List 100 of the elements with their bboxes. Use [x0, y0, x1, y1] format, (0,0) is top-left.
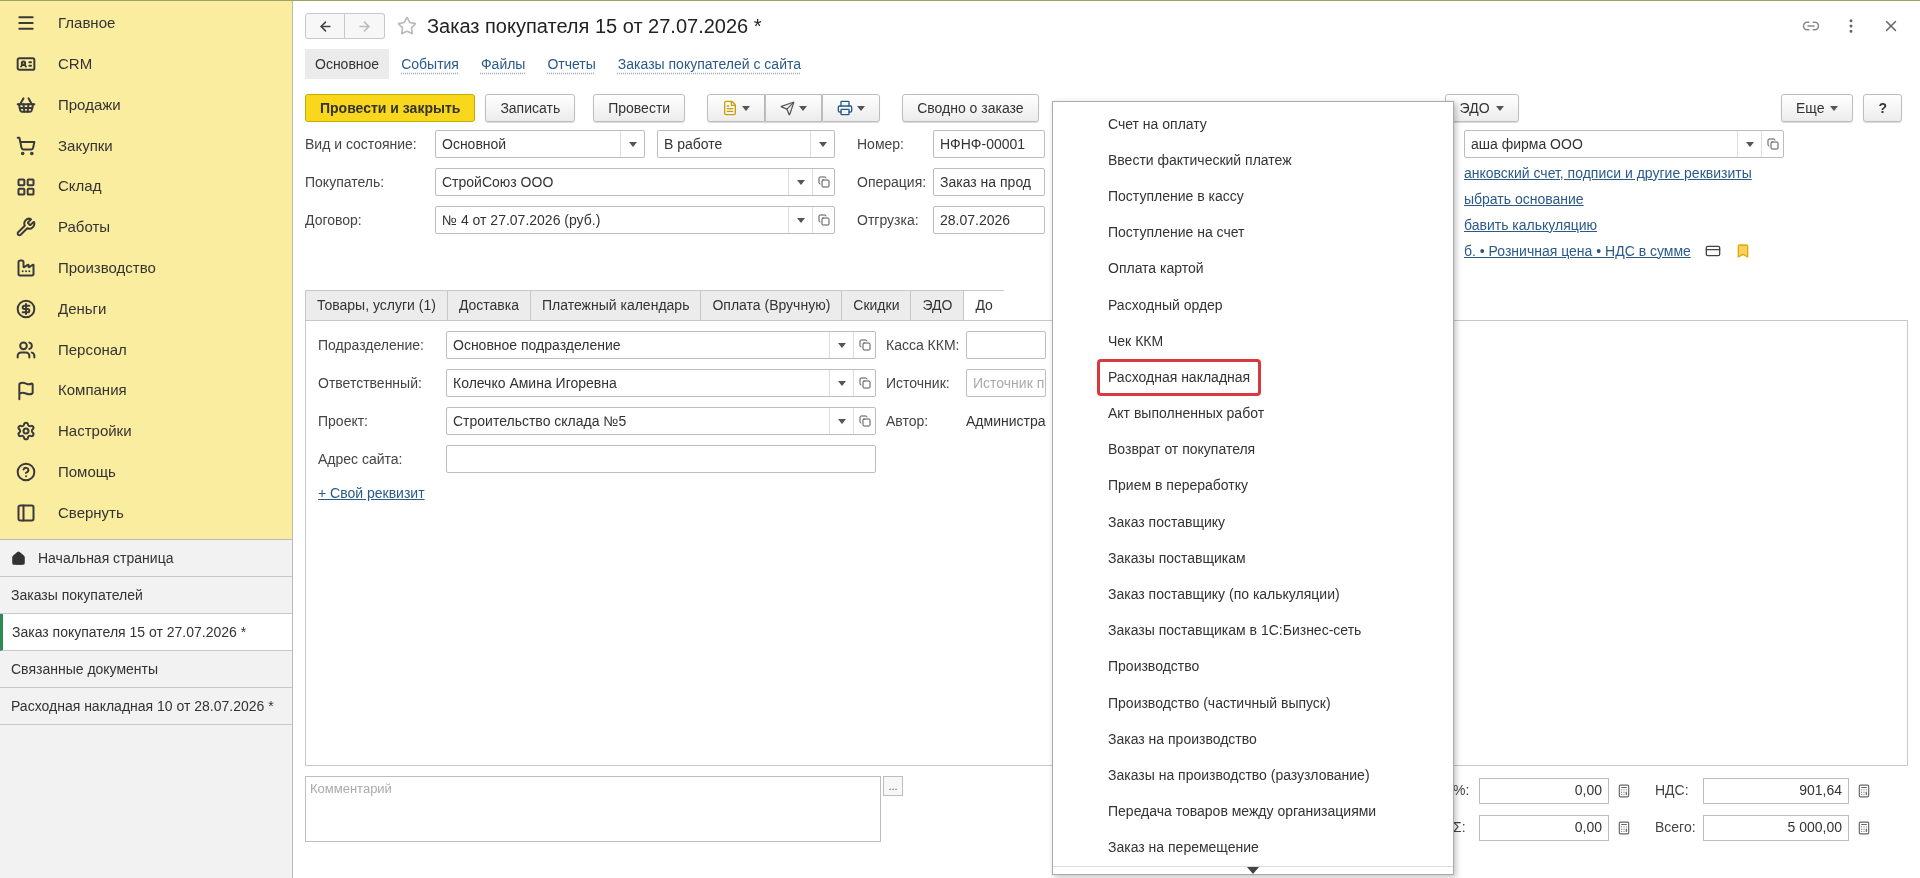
open-icon[interactable]	[817, 214, 830, 226]
input-field[interactable]: Колечко Амина Игоревна	[446, 369, 876, 397]
sidebar-item[interactable]: Деньги	[0, 288, 292, 330]
sidebar-item[interactable]: Закупки	[0, 125, 292, 167]
open-window-item[interactable]: Заказ покупателя 15 от 27.07.2026 *	[0, 614, 292, 652]
comment-more-button[interactable]: ...	[883, 776, 903, 796]
menu-item[interactable]: Производство	[1097, 648, 1211, 686]
scroll-down-icon[interactable]	[1247, 866, 1259, 874]
save-button[interactable]: Записать	[485, 94, 576, 122]
input-field[interactable]: 28.07.2026	[933, 206, 1045, 234]
menu-item[interactable]: Заказ поставщику (по калькуляции)	[1097, 576, 1351, 614]
menu-item[interactable]: Счет на оплату	[1097, 105, 1218, 143]
menu-item[interactable]: Передача товаров между организациями	[1097, 793, 1388, 831]
form-tab[interactable]: ЭДО	[910, 290, 964, 321]
total-field[interactable]: 901,64	[1703, 777, 1849, 804]
open-icon[interactable]	[817, 176, 830, 188]
sidebar-item[interactable]: Свернуть	[0, 492, 292, 534]
menu-item[interactable]: Расходная накладная	[1097, 358, 1262, 396]
menu-item[interactable]: Заказы поставщикам	[1097, 539, 1257, 577]
input-field[interactable]	[966, 331, 1046, 359]
menu-item[interactable]: Производство (частичный выпуск)	[1097, 684, 1342, 722]
nav-tab[interactable]: Отчеты	[537, 49, 606, 79]
form-link[interactable]: анковский счет, подписи и другие реквизиты	[1464, 162, 1752, 184]
menu-item[interactable]: Заказ поставщику	[1097, 503, 1237, 541]
input-field[interactable]: аша фирма ООО	[1464, 130, 1784, 158]
sidebar-item[interactable]: Склад	[0, 166, 292, 207]
sidebar-item[interactable]: Работы	[0, 207, 292, 248]
menu-item[interactable]: Заказ на производство	[1097, 720, 1268, 758]
post-close-button[interactable]: Провести и закрыть	[305, 94, 476, 122]
summary-button[interactable]: Сводно о заказе	[902, 94, 1039, 122]
sidebar-item[interactable]: CRM	[0, 43, 292, 85]
total-field[interactable]: 0,00	[1479, 814, 1609, 841]
sidebar-item[interactable]: Компания	[0, 370, 292, 411]
menu-item[interactable]: Расходный ордер	[1097, 286, 1234, 324]
menu-item[interactable]: Чек ККМ	[1097, 322, 1175, 360]
sidebar-item[interactable]: Производство	[0, 247, 292, 289]
form-link[interactable]: бавить калькуляцию	[1464, 214, 1598, 236]
sidebar-item[interactable]: Помощь	[0, 451, 292, 493]
calculator-icon[interactable]	[1617, 783, 1631, 798]
open-icon[interactable]	[858, 377, 871, 389]
author-value: Администра	[966, 411, 1046, 431]
sidebar-item[interactable]: Настройки	[0, 410, 292, 452]
card-icon[interactable]	[1704, 243, 1721, 259]
home-icon	[11, 550, 26, 566]
sidebar-item[interactable]: Главное	[0, 3, 292, 44]
menu-item[interactable]: Ввести фактический платеж	[1097, 141, 1303, 179]
sidebar-item[interactable]: Продажи	[0, 84, 292, 126]
coin-icon	[16, 298, 36, 319]
print-button[interactable]	[822, 94, 881, 122]
open-icon[interactable]	[858, 339, 871, 351]
menu-item[interactable]: Поступление на счет	[1097, 214, 1256, 252]
form-tab[interactable]: Оплата (Вручную)	[700, 290, 842, 321]
menu-item[interactable]: Акт выполненных работ	[1097, 395, 1276, 433]
form-tab[interactable]: Товары, услуги (1)	[305, 290, 447, 321]
open-icon[interactable]	[858, 415, 871, 427]
open-window-item[interactable]: Начальная страница	[0, 540, 292, 578]
send-button[interactable]	[765, 94, 823, 122]
input-field[interactable]: Заказ на прод	[933, 168, 1045, 196]
open-window-item[interactable]: Расходная накладная 10 от 28.07.2026 *	[0, 688, 292, 726]
input-field[interactable]: НФНФ-00001	[933, 130, 1045, 158]
nav-tab[interactable]: Заказы покупателей с сайта	[607, 49, 811, 79]
form-link[interactable]: б. • Розничная цена • НДС в сумме	[1464, 240, 1691, 262]
input-field[interactable]: № 4 от 27.07.2026 (руб.)	[435, 206, 835, 234]
nav-tab[interactable]: События	[391, 49, 469, 79]
menu-item[interactable]: Заказы поставщикам в 1С:Бизнес-сеть	[1097, 612, 1373, 650]
form-tab[interactable]: До	[963, 290, 1004, 321]
help-button[interactable]: ?	[1863, 94, 1902, 122]
custom-field-link[interactable]: + Свой реквизит	[318, 483, 425, 504]
menu-item[interactable]: Прием в переработку	[1097, 467, 1259, 505]
more-button[interactable]: Еще	[1780, 94, 1854, 122]
back-button[interactable]	[305, 13, 345, 39]
form-tab[interactable]: Скидки	[841, 290, 911, 321]
form-tab[interactable]: Доставка	[446, 290, 530, 321]
menu-item[interactable]: Поступление в кассу	[1097, 177, 1255, 215]
post-button[interactable]: Провести	[593, 94, 686, 122]
help-icon	[16, 462, 36, 483]
menu-item[interactable]: Заказ на перемещение	[1097, 829, 1270, 867]
nav-tab[interactable]: Файлы	[470, 49, 536, 79]
calculator-icon[interactable]	[1857, 820, 1871, 835]
calculator-icon[interactable]	[1857, 783, 1871, 798]
sidebar-item[interactable]: Персонал	[0, 329, 292, 371]
form-tab[interactable]: Платежный календарь	[530, 290, 701, 321]
input-field[interactable]: СтройСоюз ООО	[435, 168, 835, 196]
input-field[interactable]: В работе	[657, 130, 835, 158]
input-field[interactable]: Строительство склада №5	[446, 407, 876, 435]
menu-item[interactable]: Возврат от покупателя	[1097, 431, 1267, 469]
input-field[interactable]: Основной	[435, 130, 645, 158]
star-icon[interactable]	[397, 16, 417, 36]
total-field[interactable]: 5 000,00	[1703, 814, 1849, 841]
open-icon[interactable]	[1766, 138, 1779, 150]
input-field[interactable]	[446, 445, 876, 473]
menu-item[interactable]: Заказы на производство (разузлование)	[1097, 756, 1381, 794]
menu-item[interactable]: Оплата картой	[1097, 250, 1215, 288]
form-link[interactable]: ыбрать основание	[1464, 188, 1584, 210]
edo-button[interactable]: ЭДО	[1444, 94, 1519, 122]
input-field[interactable]: Основное подразделение	[446, 331, 876, 359]
nav-tab[interactable]: Основное	[305, 49, 390, 79]
open-window-item[interactable]: Связанные документы	[0, 651, 292, 689]
total-field[interactable]: 0,00	[1479, 777, 1609, 804]
calculator-icon[interactable]	[1617, 820, 1631, 835]
